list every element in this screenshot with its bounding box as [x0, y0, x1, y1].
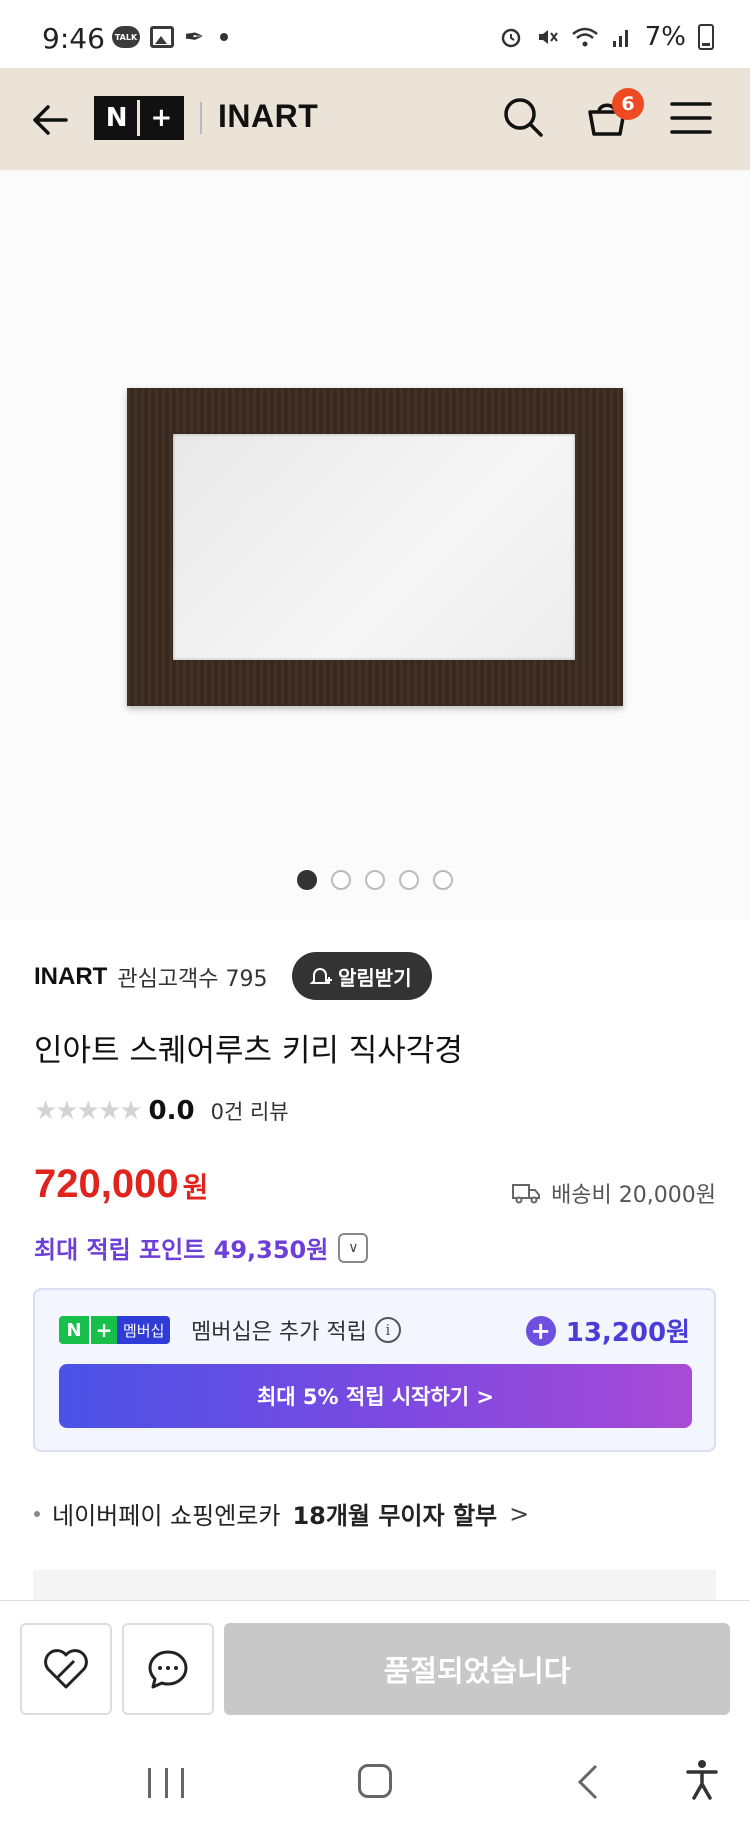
info-icon[interactable]: i — [374, 1317, 401, 1343]
store-name[interactable]: INART — [218, 98, 318, 135]
installment-highlight: 18개월 무이자 할부 — [292, 1502, 498, 1530]
chevron-down-icon[interactable]: ∨ — [338, 1232, 369, 1263]
sold-out-button[interactable]: 품절되었습니다 — [224, 1623, 730, 1715]
rating-value: 0.0 — [148, 1096, 195, 1126]
naver-plus-membership-badge: N + 멤버십 — [59, 1316, 171, 1344]
membership-extra-points: + 13,200원 — [525, 1312, 690, 1349]
status-time: 9:46 — [42, 22, 105, 55]
logo-divider — [137, 100, 141, 136]
review-count[interactable]: 0건 리뷰 — [211, 1096, 289, 1126]
notify-me-label: 알림받기 — [338, 965, 412, 990]
membership-card: N + 멤버십 멤버십은 추가 적립 i + 13,200원 최대 5% 적립 … — [33, 1288, 716, 1452]
signal-icon — [612, 30, 628, 47]
bullet — [34, 1510, 40, 1517]
home-icon[interactable] — [358, 1764, 392, 1798]
notification-icons: TALK ✒ — [112, 23, 229, 51]
truck-icon — [512, 1184, 541, 1204]
chat-button[interactable] — [122, 1623, 214, 1715]
product-image-mirror-frame — [127, 388, 623, 706]
system-icons: 7% — [499, 22, 714, 52]
header-divider — [200, 102, 202, 134]
membership-text: 멤버십은 추가 적립 i — [191, 1314, 401, 1346]
system-navigation-bar — [0, 1732, 750, 1834]
badge-plus: + — [89, 1316, 117, 1344]
accessibility-icon[interactable] — [684, 1758, 720, 1802]
mute-icon — [538, 30, 558, 44]
naver-plus-logo[interactable]: N + — [94, 96, 184, 140]
search-icon[interactable] — [500, 94, 546, 140]
battery-percent: 7% — [644, 22, 686, 52]
price: 720,000 원 — [34, 1162, 208, 1207]
feather-icon: ✒ — [184, 23, 205, 51]
hamburger-menu-icon[interactable] — [670, 98, 712, 138]
product-image-carousel[interactable] — [0, 170, 750, 920]
system-back-icon[interactable] — [574, 1762, 602, 1802]
carousel-dot[interactable] — [331, 870, 351, 890]
plus-circle-icon: + — [525, 1315, 556, 1346]
seller-row: INART 관심고객수 795 알림받기 — [34, 952, 724, 1002]
battery-icon — [698, 24, 714, 50]
carousel-dot-active[interactable] — [297, 870, 317, 890]
chat-bubble-icon — [148, 1650, 188, 1689]
max-points: 최대 적립 포인트 49,350원 — [34, 1236, 329, 1264]
wishlist-button[interactable] — [20, 1623, 112, 1715]
gallery-icon — [150, 26, 174, 48]
logo-n: N — [105, 103, 128, 133]
carousel-dot[interactable] — [433, 870, 453, 890]
shipping-fee: 배송비 20,000원 — [511, 1177, 716, 1209]
next-section-peek — [33, 1570, 716, 1600]
price-value: 720,000 — [34, 1162, 179, 1206]
cart-count-badge: 6 — [612, 88, 644, 120]
bottom-action-bar: 품절되었습니다 — [0, 1600, 750, 1732]
carousel-dot[interactable] — [399, 870, 419, 890]
seller-name[interactable]: INART — [34, 963, 107, 991]
product-title: 인아트 스퀘어루츠 키리 직사각경 — [34, 1033, 463, 1069]
installment-prefix: 네이버페이 쇼핑엔로카 — [52, 1502, 281, 1530]
shipping-fee-label: 배송비 20,000원 — [551, 1183, 716, 1208]
alarm-icon — [501, 28, 520, 48]
product-image-mirror-glass — [173, 434, 575, 660]
seller-fan-count: 관심고객수 795 — [117, 967, 268, 992]
notify-me-button[interactable]: 알림받기 — [292, 952, 432, 1000]
kakaotalk-icon: TALK — [112, 26, 140, 48]
start-membership-button[interactable]: 최대 5% 적립 시작하기 > — [59, 1364, 692, 1428]
installment-info[interactable]: 네이버페이 쇼핑엔로카 18개월 무이자 할부 > — [34, 1496, 529, 1531]
membership-extra-amount: 13,200원 — [565, 1318, 690, 1348]
chevron-right-icon: > — [509, 1499, 530, 1528]
points-row[interactable]: 최대 적립 포인트 49,350원 ∨ — [34, 1230, 369, 1265]
membership-description: 멤버십은 추가 적립 — [191, 1320, 367, 1345]
top-app-bar: N + INART 6 — [0, 68, 750, 170]
logo-plus: + — [150, 103, 173, 133]
bell-plus-icon — [309, 968, 332, 984]
rating-stars-icon: ★★★★★ — [34, 1096, 143, 1126]
carousel-indicators — [297, 870, 453, 890]
carousel-dot[interactable] — [365, 870, 385, 890]
badge-n: N — [59, 1316, 89, 1344]
recent-apps-icon[interactable] — [148, 1768, 184, 1798]
heart-icon — [44, 1649, 88, 1689]
badge-label: 멤버십 — [117, 1316, 171, 1344]
price-currency: 원 — [182, 1171, 209, 1204]
wifi-icon — [571, 27, 598, 47]
more-notifications-icon — [220, 33, 229, 41]
back-arrow-icon[interactable] — [28, 98, 72, 142]
status-bar: 9:46 TALK ✒ 7% — [0, 0, 750, 68]
rating-row[interactable]: ★★★★★ 0.0 0건 리뷰 — [34, 1096, 289, 1126]
